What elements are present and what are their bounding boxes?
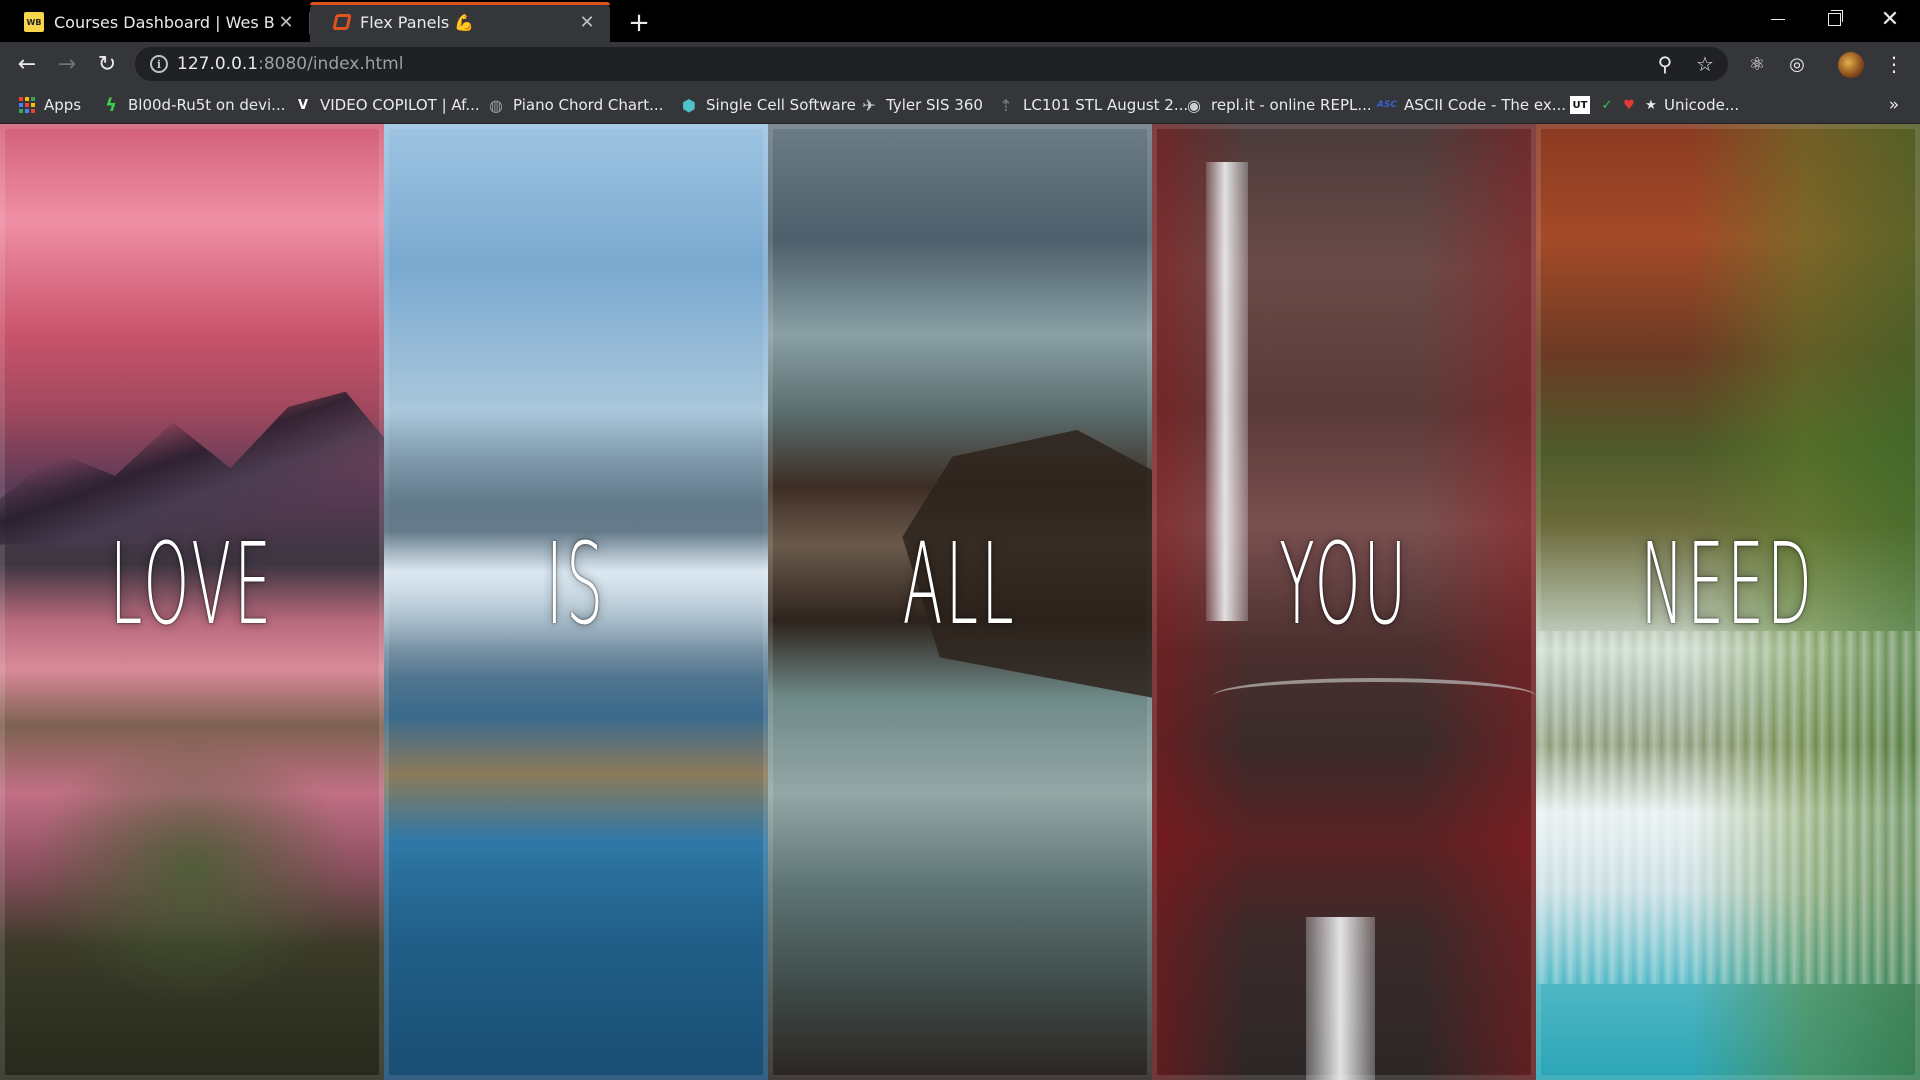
browser-toolbar: ← → ↻ i 127.0.0.1:8080/index.html ⚲ ☆ ⚛ … <box>0 42 1920 86</box>
replit-icon: ◉ <box>1187 95 1201 115</box>
info-icon[interactable]: i <box>150 55 168 73</box>
bookmark-replit[interactable]: ◉ repl.it - online REPL... <box>1185 94 1372 116</box>
unicode-icon: UT <box>1570 96 1590 114</box>
minimize-button[interactable] <box>1750 0 1806 38</box>
react-devtools-icon[interactable]: ⚛ <box>1745 52 1769 76</box>
panel-love[interactable]: LOVE <box>0 124 384 1080</box>
bookmark-single-cell[interactable]: ⬢ Single Cell Software <box>680 94 856 116</box>
bridge-shape <box>1213 678 1536 696</box>
restore-icon <box>1827 9 1843 26</box>
bookmark-label: VIDEO COPILOT | Af... <box>320 96 480 114</box>
address-bar[interactable]: i 127.0.0.1:8080/index.html ⚲ ☆ <box>135 47 1728 81</box>
extension-target-icon[interactable]: ◎ <box>1785 52 1809 76</box>
close-icon[interactable]: ✕ <box>275 11 297 33</box>
tab-title: Courses Dashboard | Wes Bos <box>54 12 275 32</box>
bookmarks-bar: Apps ϟ Bl00d-Ru5t on devi... V VIDEO COP… <box>0 86 1920 124</box>
bookmark-unicode[interactable]: UT ✓ ♥ ★ Unicode... <box>1570 94 1739 116</box>
panel-you[interactable]: YOU <box>1152 124 1536 1080</box>
panel-all[interactable]: ALL <box>768 124 1152 1080</box>
panel-need[interactable]: NEED <box>1536 124 1920 1080</box>
globe-icon: ◍ <box>489 95 503 115</box>
minimize-icon <box>1771 18 1785 20</box>
window-close-button[interactable]: ✕ <box>1862 0 1918 38</box>
videocopilot-icon: V <box>297 97 309 113</box>
cube-icon: ⬢ <box>682 95 696 115</box>
panel-word: IS <box>545 520 607 650</box>
close-icon[interactable]: ✕ <box>576 11 598 33</box>
chevron-double-right-icon[interactable]: » <box>1882 94 1906 116</box>
star-icon: ★ <box>1645 97 1657 113</box>
panel-word: NEED <box>1640 520 1816 650</box>
bookmark-piano-chords[interactable]: ◍ Piano Chord Chart... <box>487 94 663 116</box>
bookmark-label: Single Cell Software <box>706 96 856 114</box>
check-icon: ✓ <box>1601 97 1613 113</box>
deviantart-icon: ϟ <box>105 94 117 116</box>
reload-icon: ↻ <box>97 51 117 77</box>
bookmark-lc101[interactable]: ⇡ LC101 STL August 2... <box>997 94 1188 116</box>
bookmark-ascii[interactable]: ASC ASCII Code - The ex... <box>1376 94 1567 116</box>
wesbos-icon <box>24 12 44 32</box>
tyler-icon: ✈ <box>862 95 876 115</box>
tab-strip: Courses Dashboard | Wes Bos ✕ Flex Panel… <box>0 0 1920 42</box>
bookmark-label: Bl00d-Ru5t on devi... <box>128 96 286 114</box>
zoom-icon[interactable]: ⚲ <box>1653 52 1677 76</box>
bookmark-star-icon[interactable]: ☆ <box>1693 52 1717 76</box>
url-path: :8080/index.html <box>258 54 404 74</box>
apps-grid-icon <box>18 96 36 114</box>
back-button[interactable]: ← <box>11 48 43 80</box>
arrow-right-icon: → <box>57 51 77 77</box>
bookmark-label: Piano Chord Chart... <box>513 96 664 114</box>
url-text[interactable]: 127.0.0.1:8080/index.html <box>177 54 403 74</box>
url-host: 127.0.0.1 <box>177 54 259 74</box>
bookmark-deviantart[interactable]: ϟ Bl00d-Ru5t on devi... <box>102 94 285 116</box>
bookmark-apps[interactable]: Apps <box>18 94 81 116</box>
close-icon: ✕ <box>1880 6 1900 32</box>
tab-title: Flex Panels 💪 <box>360 12 475 32</box>
new-tab-button[interactable]: + <box>624 8 654 38</box>
bookmark-label: LC101 STL August 2... <box>1023 96 1189 114</box>
bookmark-label: repl.it - online REPL... <box>1211 96 1372 114</box>
menu-dots-icon[interactable]: ⋮ <box>1882 52 1906 76</box>
launchcode-icon: ⇡ <box>999 95 1013 115</box>
arrow-left-icon: ← <box>17 51 37 77</box>
ascii-icon: ASC <box>1376 100 1398 110</box>
restore-button[interactable] <box>1806 0 1862 38</box>
flex-panels-icon <box>332 14 352 30</box>
avatar[interactable] <box>1838 52 1864 78</box>
forward-button[interactable]: → <box>51 48 83 80</box>
reload-button[interactable]: ↻ <box>91 48 123 80</box>
bookmark-label: ASCII Code - The ex... <box>1404 96 1567 114</box>
panel-is[interactable]: IS <box>384 124 768 1080</box>
flex-panels: LOVE IS ALL YOU NEED <box>0 124 1920 1080</box>
tab-flex-panels[interactable]: Flex Panels 💪 ✕ <box>310 2 610 42</box>
bookmark-label: Tyler SIS 360 <box>886 96 983 114</box>
heart-icon: ♥ <box>1623 97 1635 113</box>
bookmark-label: Apps <box>44 96 82 114</box>
panel-word: ALL <box>902 520 1018 650</box>
panel-word: YOU <box>1278 520 1410 650</box>
tab-courses-dashboard[interactable]: Courses Dashboard | Wes Bos ✕ <box>0 2 309 42</box>
bookmark-tyler-sis[interactable]: ✈ Tyler SIS 360 <box>860 94 983 116</box>
panel-word: LOVE <box>109 520 275 650</box>
bookmark-videocopilot[interactable]: V VIDEO COPILOT | Af... <box>294 94 480 116</box>
bookmark-label: Unicode... <box>1664 96 1740 114</box>
